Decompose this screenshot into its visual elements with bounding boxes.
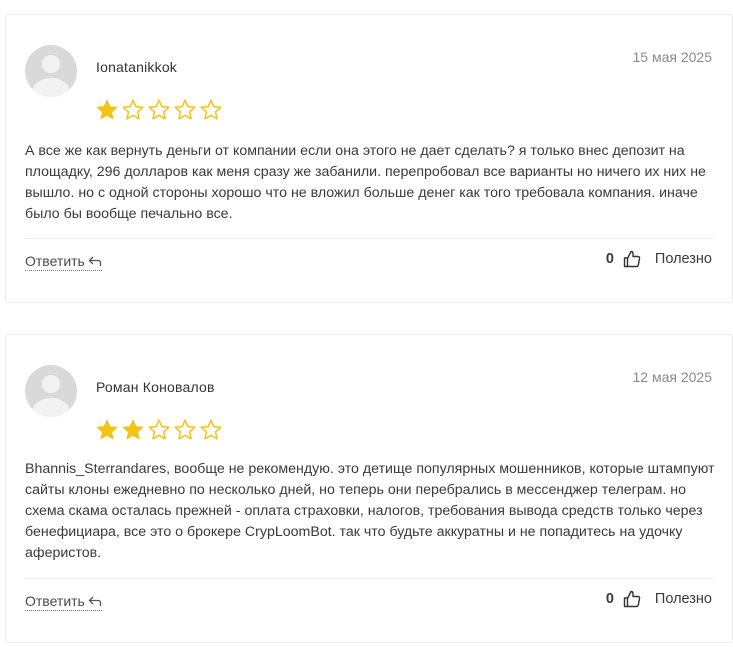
divider — [25, 238, 713, 239]
star-outline-icon — [174, 419, 196, 440]
star-outline-icon — [200, 419, 222, 440]
star-outline-icon — [148, 99, 170, 120]
star-outline-icon — [148, 419, 170, 440]
star-outline-icon — [174, 99, 196, 120]
review-author: Ionatanikkok — [96, 59, 178, 75]
review-card: Роман Коновалов 12 мая 2025 Bhannis_Ster… — [5, 334, 733, 643]
review-card: Ionatanikkok 15 мая 2025 А все же как ве… — [5, 14, 733, 303]
reply-button[interactable]: Ответить — [25, 253, 102, 271]
vote-count: 0 — [605, 251, 614, 267]
avatar-body — [32, 398, 70, 417]
avatar-body — [32, 78, 70, 97]
avatar — [25, 45, 77, 97]
votes-block: 0 Полезно — [606, 590, 712, 608]
rating-stars — [95, 418, 223, 442]
star-filled-icon — [122, 419, 144, 440]
thumbs-up-icon[interactable] — [623, 250, 641, 268]
review-author: Роман Коновалов — [96, 379, 215, 395]
divider — [25, 578, 713, 579]
star-filled-icon — [96, 99, 118, 120]
review-date: 15 мая 2025 — [632, 49, 713, 65]
vote-count: 0 — [605, 591, 614, 607]
rating-stars — [95, 98, 223, 122]
reply-arrow-icon — [88, 596, 101, 606]
avatar-head — [42, 375, 60, 393]
votes-block: 0 Полезно — [606, 250, 712, 268]
reply-button[interactable]: Ответить — [25, 593, 102, 611]
review-date: 12 мая 2025 — [632, 369, 713, 385]
useful-button[interactable]: Полезно — [655, 591, 712, 607]
review-text: А все же как вернуть деньги от компании … — [25, 143, 706, 222]
useful-button[interactable]: Полезно — [655, 251, 712, 267]
thumbs-up-icon[interactable] — [623, 590, 641, 608]
avatar-head — [42, 55, 60, 73]
reply-arrow-icon — [88, 256, 101, 266]
review-text: Bhannis_Sterrandares, вообще не рекоменд… — [25, 461, 715, 561]
star-outline-icon — [200, 99, 222, 120]
avatar — [25, 365, 77, 417]
star-filled-icon — [96, 419, 118, 440]
star-outline-icon — [122, 99, 144, 120]
reply-label: Ответить — [25, 593, 85, 609]
reply-label: Ответить — [25, 253, 85, 269]
